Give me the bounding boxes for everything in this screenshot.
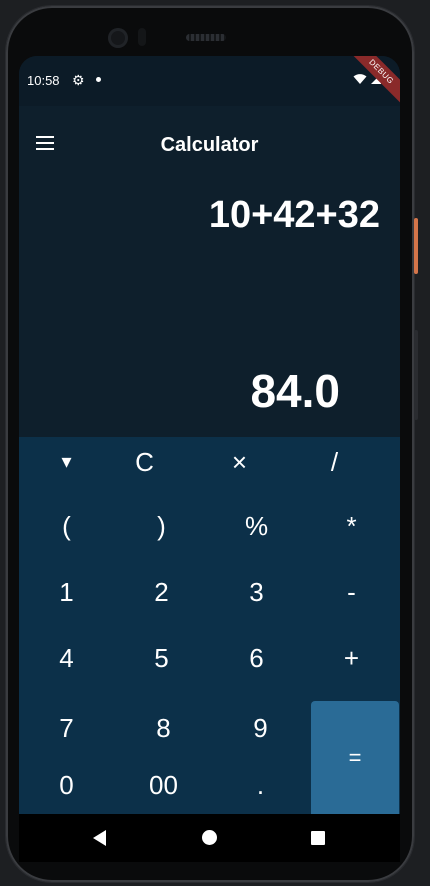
divide-key[interactable]: /: [287, 447, 382, 478]
home-icon[interactable]: [202, 830, 217, 845]
multiply-key[interactable]: *: [304, 511, 399, 542]
clear-key[interactable]: C: [97, 447, 192, 478]
digit-9-key[interactable]: 9: [213, 713, 308, 744]
app-bar: Calculator: [19, 116, 400, 176]
status-bar: 10:58 ⚙ DEBUG: [19, 56, 400, 110]
notification-dot-icon: [96, 77, 101, 82]
keypad: ▾ C × / ( ) % * 1 2 3 - 4 5 6 + 7 8 9 0 …: [19, 437, 400, 814]
volume-button[interactable]: [414, 330, 418, 420]
equals-button[interactable]: =: [311, 701, 399, 814]
subtract-key[interactable]: -: [304, 577, 399, 608]
back-icon[interactable]: [93, 830, 106, 846]
digit-7-key[interactable]: 7: [19, 713, 114, 744]
digit-5-key[interactable]: 5: [114, 643, 209, 674]
page-title: Calculator: [160, 134, 259, 156]
double-zero-key[interactable]: 00: [116, 770, 211, 801]
digit-4-key[interactable]: 4: [19, 643, 114, 674]
screen: 10:58 ⚙ DEBUG Calculator 10+42+32 84.0 ▾…: [19, 56, 400, 814]
digit-6-key[interactable]: 6: [209, 643, 304, 674]
digit-3-key[interactable]: 3: [209, 577, 304, 608]
expression-display: 10+42+32: [208, 194, 380, 236]
percent-key[interactable]: %: [209, 511, 304, 542]
recents-icon[interactable]: [311, 831, 325, 845]
open-paren-key[interactable]: (: [19, 511, 114, 542]
power-button[interactable]: [414, 218, 418, 274]
result-display: 84.0: [250, 365, 340, 417]
wifi-icon: [353, 73, 367, 84]
decimal-point-key[interactable]: .: [213, 770, 308, 801]
navigation-bar: [19, 814, 400, 862]
digit-8-key[interactable]: 8: [116, 713, 211, 744]
earpiece-speaker: [186, 34, 226, 41]
digit-0-key[interactable]: 0: [19, 770, 114, 801]
phone-device: 10:58 ⚙ DEBUG Calculator 10+42+32 84.0 ▾…: [0, 0, 430, 886]
proximity-sensor: [138, 28, 146, 46]
digit-2-key[interactable]: 2: [114, 577, 209, 608]
gear-icon: ⚙: [72, 72, 85, 88]
front-camera: [108, 28, 128, 48]
status-time: 10:58: [27, 73, 60, 88]
add-key[interactable]: +: [304, 643, 399, 674]
backspace-key[interactable]: ×: [192, 447, 287, 478]
close-paren-key[interactable]: ): [114, 511, 209, 542]
digit-1-key[interactable]: 1: [19, 577, 114, 608]
